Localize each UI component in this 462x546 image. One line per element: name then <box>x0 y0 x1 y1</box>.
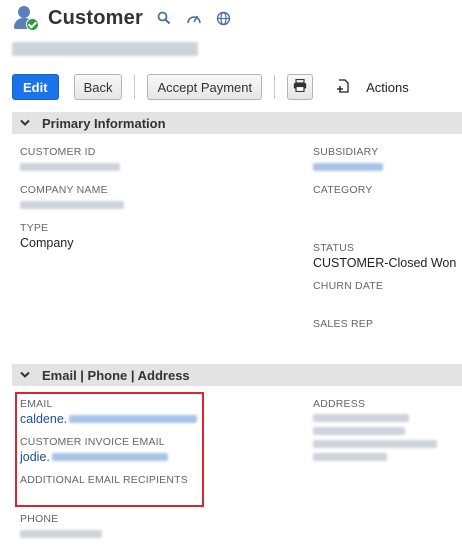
field-label: SALES REP <box>313 318 374 330</box>
highlight-box <box>15 392 204 507</box>
page-header: Customer <box>12 4 233 32</box>
address-field: ADDRESS <box>313 398 437 464</box>
company-name-value-redacted <box>20 198 124 212</box>
actions-menu[interactable]: Actions <box>335 78 409 97</box>
customer-id-value-redacted <box>20 160 120 174</box>
subsidiary-value-redacted[interactable] <box>313 160 383 174</box>
customer-id-field: CUSTOMER ID <box>20 146 120 174</box>
page-title: Customer <box>48 6 143 29</box>
phone-field: PHONE <box>20 513 102 541</box>
print-button[interactable] <box>287 74 314 100</box>
section-title: Primary Information <box>42 115 166 131</box>
address-value-redacted <box>313 412 437 464</box>
section-email-phone-address[interactable]: Email | Phone | Address <box>12 364 462 386</box>
back-button[interactable]: Back <box>73 74 123 100</box>
chevron-down-icon <box>20 371 30 379</box>
toolbar-divider <box>134 75 136 99</box>
type-value: Company <box>20 236 74 250</box>
field-label: PHONE <box>20 513 59 525</box>
globe-icon[interactable] <box>215 9 233 27</box>
section-primary-information[interactable]: Primary Information <box>12 112 462 134</box>
actions-label: Actions <box>366 79 409 95</box>
print-icon <box>293 78 307 95</box>
status-value: CUSTOMER-Closed Won <box>313 256 457 270</box>
section-title: Email | Phone | Address <box>42 367 190 383</box>
chevron-down-icon <box>20 119 30 127</box>
edit-button[interactable]: Edit <box>12 74 59 100</box>
field-label: CHURN DATE <box>313 280 384 292</box>
category-field: CATEGORY <box>313 184 373 196</box>
churn-date-field: CHURN DATE <box>313 280 383 292</box>
status-field: STATUS CUSTOMER-Closed Won <box>313 242 456 270</box>
dashboard-gauge-icon[interactable] <box>185 9 203 27</box>
field-label: COMPANY NAME <box>20 184 108 196</box>
search-icon[interactable] <box>155 9 173 27</box>
subsidiary-field: SUBSIDIARY <box>313 146 383 174</box>
type-field: TYPE Company <box>20 222 74 250</box>
company-name-field: COMPANY NAME <box>20 184 124 212</box>
field-label: SUBSIDIARY <box>313 146 379 158</box>
field-label: ADDRESS <box>313 398 366 410</box>
toolbar-divider <box>274 75 276 99</box>
toolbar: Edit Back Accept Payment Actions <box>12 74 409 100</box>
record-name-redacted <box>12 38 202 60</box>
phone-value-redacted <box>20 527 102 541</box>
field-label: CUSTOMER ID <box>20 146 96 158</box>
sales-rep-field: SALES REP <box>313 318 373 330</box>
field-label: STATUS <box>313 242 355 254</box>
actions-icon <box>335 78 351 97</box>
customer-avatar-icon <box>12 5 39 31</box>
field-label: CATEGORY <box>313 184 373 196</box>
field-label: TYPE <box>20 222 49 234</box>
accept-payment-button[interactable]: Accept Payment <box>147 74 263 100</box>
